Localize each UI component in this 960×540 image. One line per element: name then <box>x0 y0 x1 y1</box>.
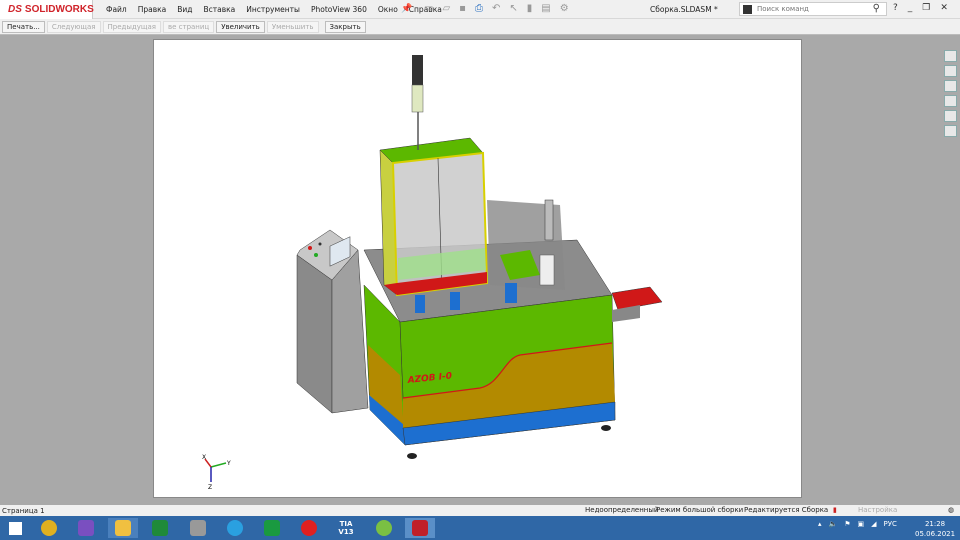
chat-icon[interactable]: ◍ <box>948 506 954 514</box>
language-indicator[interactable]: РУС <box>884 520 897 528</box>
large-assembly-mode: Режим большой сборки <box>656 506 744 514</box>
edge-icon[interactable] <box>220 518 250 538</box>
visual-studio-icon[interactable] <box>71 518 101 538</box>
solidworks-taskbar-icon[interactable] <box>405 518 435 538</box>
tia-portal-icon[interactable]: TIA V13 <box>331 518 361 538</box>
axis-z-label: Z <box>208 484 212 491</box>
status-bar: Страница 1 Недоопределенный Режим большо… <box>0 505 960 516</box>
app-icon[interactable] <box>183 518 213 538</box>
file-explorer-icon[interactable] <box>944 80 957 92</box>
definition-status: Недоопределенный <box>585 506 659 514</box>
system-tray: ▴ 🔈 ⚑ ▣ ◢ РУС <box>818 520 897 528</box>
axis-x-label: X <box>202 454 206 461</box>
enclosure <box>379 137 489 297</box>
view-palette-icon[interactable] <box>944 95 957 107</box>
rebuild-indicator-icon: ▮ <box>833 506 837 514</box>
clock[interactable]: 21:28 05.06.2021 <box>915 519 955 539</box>
calculator-icon[interactable] <box>145 518 175 538</box>
axis-y-label: Y <box>226 460 231 467</box>
volume-icon[interactable]: 🔈 <box>829 520 838 528</box>
editing-status: Редактируется Сборка <box>744 506 829 514</box>
axis-triad: Y Z X <box>202 454 231 491</box>
chrome-icon[interactable] <box>34 518 64 538</box>
windows-taskbar: TIA V13 ▴ 🔈 ⚑ ▣ ◢ РУС 21:28 05.06.2021 <box>0 516 960 540</box>
output-conveyor <box>611 286 663 322</box>
network-icon[interactable]: ▣ <box>858 520 865 528</box>
tray-expand-icon[interactable]: ▴ <box>818 520 822 528</box>
opera-icon[interactable] <box>294 518 324 538</box>
machine-model: AZOB I-0 Y Z X <box>202 55 663 491</box>
units-settings[interactable]: Настройка <box>858 506 897 514</box>
start-button[interactable] <box>0 518 30 538</box>
control-cabinet <box>296 229 369 414</box>
signal-icon[interactable]: ◢ <box>871 520 876 528</box>
home-icon[interactable] <box>944 50 957 62</box>
design-library-icon[interactable] <box>944 65 957 77</box>
store-icon[interactable] <box>257 518 287 538</box>
explorer-icon[interactable] <box>108 518 138 538</box>
appearances-icon[interactable] <box>944 110 957 122</box>
custom-properties-icon[interactable] <box>944 125 957 137</box>
signal-tower <box>411 55 424 150</box>
utorrent-icon[interactable] <box>369 518 399 538</box>
task-pane-tabs <box>944 50 960 137</box>
page-indicator: Страница 1 <box>2 506 45 515</box>
flag-icon[interactable]: ⚑ <box>844 520 850 528</box>
